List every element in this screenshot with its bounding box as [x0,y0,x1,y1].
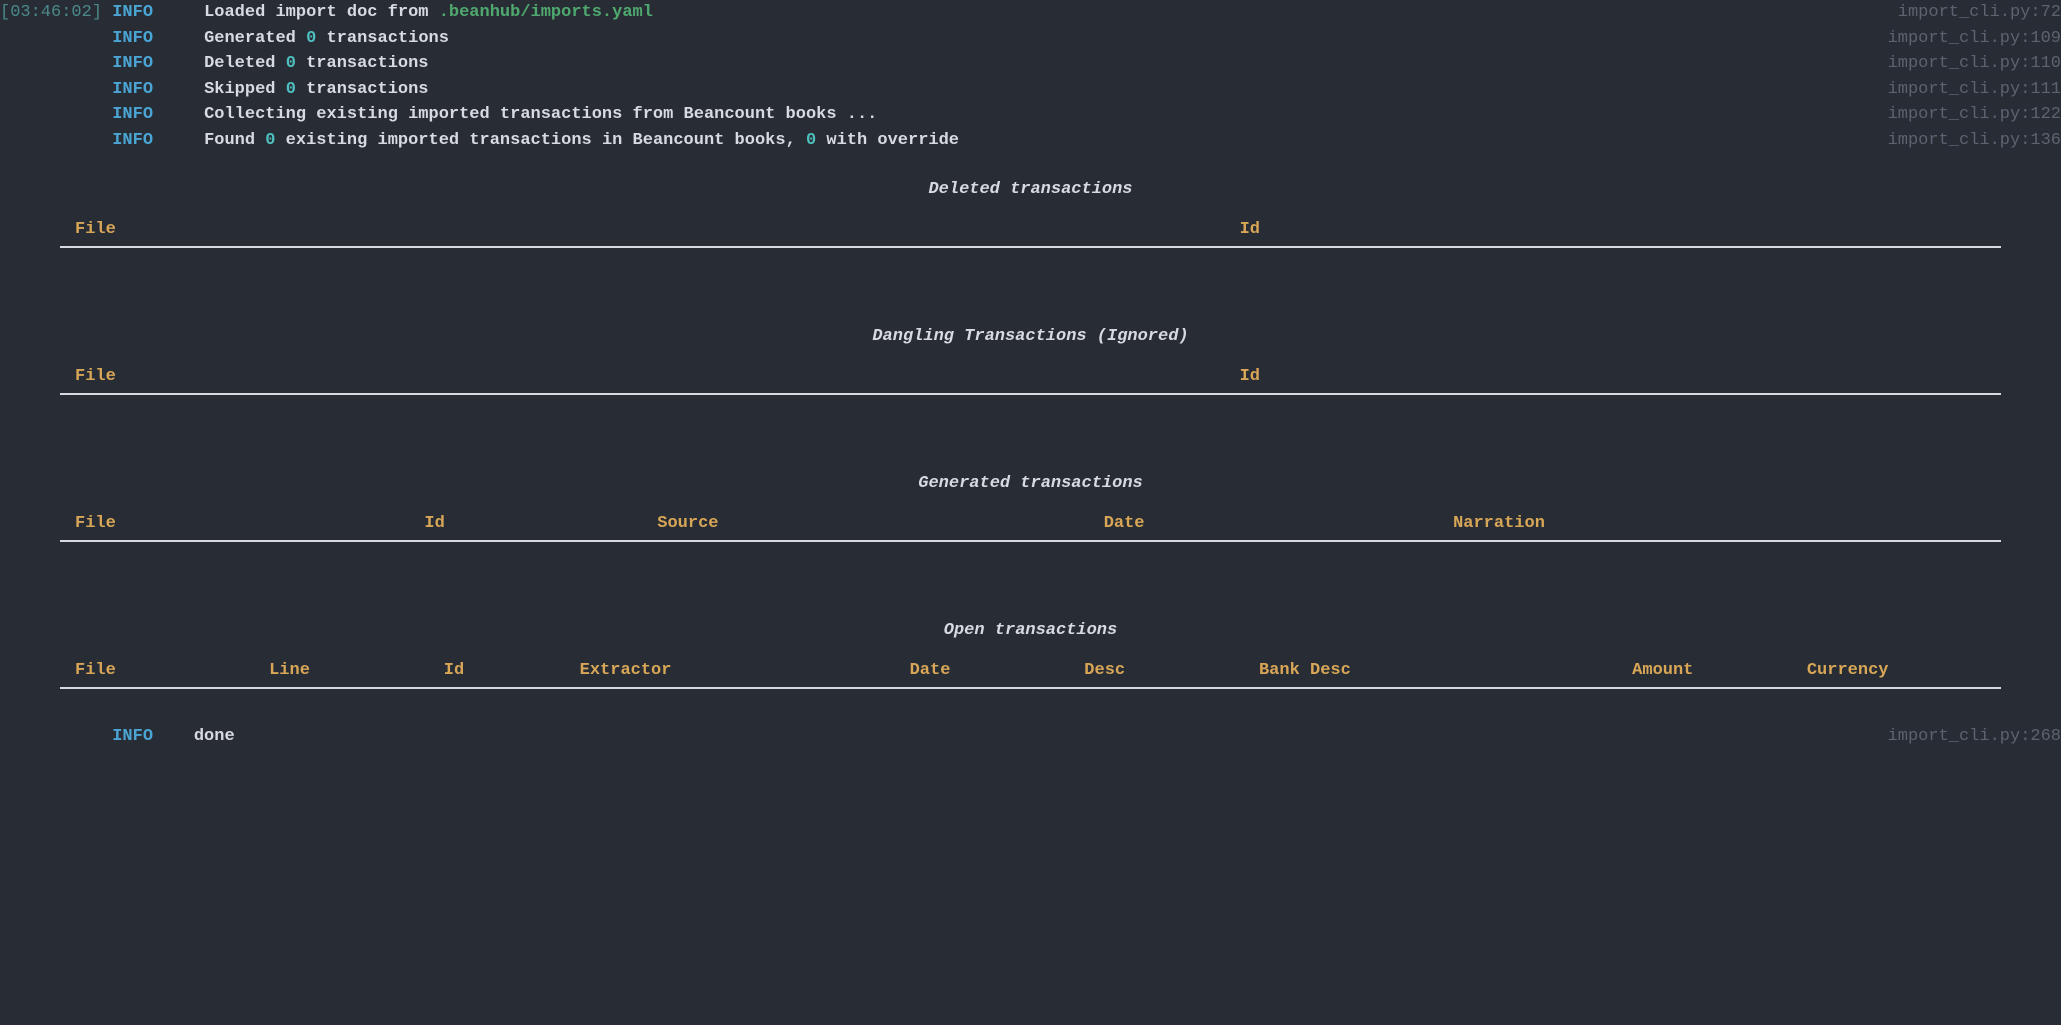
table-body-generated [60,542,2001,594]
table-col-id: Id [409,511,642,537]
log-left: [03:46:02] INFO Loaded import doc from .… [0,0,1898,26]
log-line: [03:46:02] INFO Generated 0 transactions… [0,26,2061,52]
table-col-extractor: Extractor [565,658,895,684]
table-col-line: Line [254,658,429,684]
table-col-currency: Currency [1807,658,2001,684]
log-source: import_cli.py:111 [1888,77,2061,103]
log-msg-done: done [194,727,235,746]
table-col-date: Date [1089,511,1438,537]
table-col-amount: Amount [1632,658,1807,684]
table-col-file: File [60,511,409,537]
log-level: INFO [112,105,153,124]
log-left: [03:46:02] INFO Collecting existing impo… [0,102,1888,128]
log-source: import_cli.py:109 [1888,26,2061,52]
table-header-generated: File Id Source Date Narration [60,507,2001,543]
log-line: [03:46:02] INFO Loaded import doc from .… [0,0,2061,26]
table-body-dangling [60,395,2001,447]
table-col-file: File [60,364,1225,390]
table-col-bank-desc: Bank Desc [1244,658,1632,684]
table-body-open [60,689,2001,724]
log-line-done: [03:46:02] INFO done import_cli.py:268 [0,724,2061,750]
table-col-id: Id [1225,217,2001,243]
log-level: INFO [112,131,153,150]
log-source: import_cli.py:268 [1888,724,2061,750]
log-source: import_cli.py:72 [1898,0,2061,26]
table-col-id: Id [1225,364,2001,390]
log-msg-highlight: .beanhub/imports.yaml [439,3,653,22]
table-col-desc: Desc [1069,658,1244,684]
log-level: INFO [112,3,153,22]
log-source: import_cli.py:110 [1888,51,2061,77]
log-left: [03:46:02] INFO Generated 0 transactions [0,26,1888,52]
log-level: INFO [112,54,153,73]
log-level: INFO [112,80,153,99]
timestamp: [03:46:02] [0,3,102,22]
log-line: [03:46:02] INFO Skipped 0 transactions i… [0,77,2061,103]
log-msg: Loaded import doc from [204,3,439,22]
table-header-dangling: File Id [60,360,2001,396]
table-header-open: File Line Id Extractor Date Desc Bank De… [60,654,2001,690]
log-source: import_cli.py:122 [1888,102,2061,128]
log-level: INFO [112,727,153,746]
table-col-date: Date [895,658,1070,684]
log-left: [03:46:02] INFO Found 0 existing importe… [0,128,1888,154]
log-level: INFO [112,29,153,48]
section-title-deleted: Deleted transactions [0,177,2061,203]
log-left: [03:46:02] INFO Skipped 0 transactions [0,77,1888,103]
terminal-output: [03:46:02] INFO Loaded import doc from .… [0,0,2061,750]
section-title-generated: Generated transactions [0,471,2061,497]
table-col-source: Source [642,511,1088,537]
table-col-file: File [60,658,254,684]
section-title-dangling: Dangling Transactions (Ignored) [0,324,2061,350]
section-title-open: Open transactions [0,618,2061,644]
log-line: [03:46:02] INFO Collecting existing impo… [0,102,2061,128]
log-line: [03:46:02] INFO Deleted 0 transactions i… [0,51,2061,77]
table-col-file: File [60,217,1225,243]
table-col-id: Id [429,658,565,684]
log-source: import_cli.py:136 [1888,128,2061,154]
table-body-deleted [60,248,2001,300]
log-left: [03:46:02] INFO Deleted 0 transactions [0,51,1888,77]
log-left: [03:46:02] INFO done [0,724,1888,750]
table-col-narration: Narration [1438,511,2001,537]
table-header-deleted: File Id [60,213,2001,249]
log-line: [03:46:02] INFO Found 0 existing importe… [0,128,2061,154]
